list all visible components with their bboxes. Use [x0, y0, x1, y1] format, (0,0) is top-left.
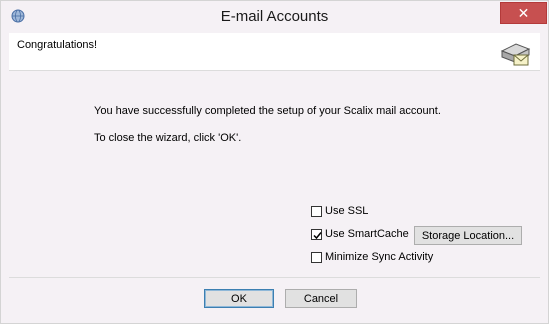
header-panel: Congratulations! — [9, 33, 540, 71]
checkmark-icon — [313, 231, 322, 239]
content-area: You have successfully completed the setu… — [9, 71, 540, 277]
minimize-sync-checkbox[interactable] — [311, 251, 322, 263]
mail-server-icon — [500, 43, 531, 66]
title-bar: E-mail Accounts ✕ — [1, 1, 548, 32]
minimize-sync-option[interactable]: Minimize Sync Activity — [311, 251, 433, 263]
use-smartcache-option[interactable]: Use SmartCache — [311, 228, 409, 240]
use-smartcache-checkbox[interactable] — [311, 228, 322, 240]
minimize-sync-label: Minimize Sync Activity — [325, 251, 434, 263]
close-button[interactable]: ✕ — [500, 2, 547, 24]
use-smartcache-label: Use SmartCache — [325, 228, 409, 240]
use-ssl-option[interactable]: Use SSL — [311, 205, 368, 217]
use-ssl-label: Use SSL — [325, 205, 369, 217]
window-title: E-mail Accounts — [220, 8, 329, 25]
close-instruction: To close the wizard, click 'OK'. — [94, 132, 242, 144]
cancel-button[interactable]: Cancel — [285, 289, 357, 308]
success-message: You have successfully completed the setu… — [94, 105, 441, 117]
storage-location-button[interactable]: Storage Location... — [414, 226, 522, 245]
header-title: Congratulations! — [17, 39, 98, 51]
use-ssl-checkbox[interactable] — [311, 205, 322, 217]
email-accounts-dialog: E-mail Accounts ✕ Congratulations! You h… — [0, 0, 549, 324]
ok-button[interactable]: OK — [204, 289, 274, 308]
footer-divider — [9, 277, 540, 278]
